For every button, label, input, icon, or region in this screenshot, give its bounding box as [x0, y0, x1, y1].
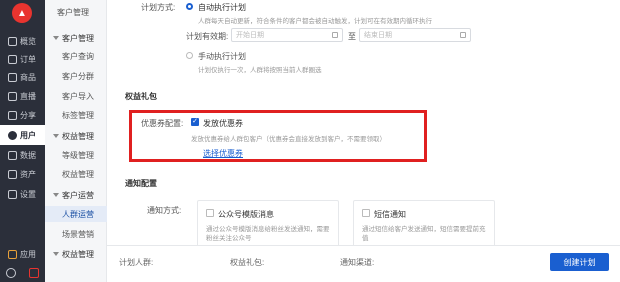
rail-item-users[interactable]: 用户: [0, 125, 45, 145]
wechat-hint: 通过公众号模版消息给粉丝发送通知，需要粉丝关注公众号: [206, 226, 330, 242]
rail-item-apps[interactable]: 应用: [0, 244, 45, 264]
create-plan-button[interactable]: 创建计划: [550, 253, 609, 271]
subnav-item-scene[interactable]: 场景营销: [45, 226, 107, 242]
footer-bar: 计划人群: 权益礼包: 通知渠道: 创建计划: [107, 245, 620, 282]
subnav-item-crowd-ops[interactable]: 人群运营: [45, 206, 107, 222]
footer-gift-label: 权益礼包:: [230, 258, 265, 267]
subnav-top[interactable]: 客户管理: [45, 4, 107, 20]
subnav-item-level[interactable]: 等级管理: [45, 147, 107, 163]
secondary-nav: 客户管理 客户管理 客户查询 客户分群 客户导入 标签管理 权益管理 等级管理 …: [45, 0, 107, 282]
radio-manual-label: 手动执行计划: [198, 52, 246, 61]
rail-item-share[interactable]: 分享: [0, 105, 45, 125]
settings-icon: [8, 189, 17, 199]
radio-auto[interactable]: [186, 3, 193, 10]
start-date-placeholder: 开始日期: [236, 32, 264, 39]
apps-grid-icon: [8, 249, 17, 259]
subnav-item-import[interactable]: 客户导入: [45, 88, 107, 104]
live-icon: [8, 91, 17, 101]
dashboard-icon: [8, 36, 17, 46]
benefit-section-title: 权益礼包: [125, 92, 157, 101]
rail-label: 分享: [20, 110, 36, 120]
calendar-icon: [332, 32, 338, 38]
sms-hint: 通过短信给客户发送通知，短信需要提前充值: [362, 226, 486, 242]
start-date-input[interactable]: 开始日期: [231, 28, 343, 42]
left-rail: ▲ 概览 订单 商品 直播 分享 用户 数据 资产 设置 应用: [0, 0, 45, 282]
rail-bottom: [0, 264, 45, 282]
valid-period-label: 计划有效期:: [186, 32, 229, 41]
user-icon: [8, 130, 17, 140]
main-content: 计划方式: 自动执行计划 人群每天自动更新，符合条件的客户都会被自动触发，计划可…: [107, 0, 620, 282]
rail-item-live[interactable]: 直播: [0, 86, 45, 106]
rail-label: 应用: [20, 249, 36, 259]
search-icon[interactable]: [6, 268, 17, 278]
subnav-item-tags[interactable]: 标签管理: [45, 107, 107, 123]
coupon-config-label: 优惠券配置:: [141, 119, 184, 128]
footer-channel-label: 通知渠道:: [340, 258, 375, 267]
subnav-group-ops[interactable]: 客户运营: [45, 187, 107, 203]
subnav-item-query[interactable]: 客户查询: [45, 48, 107, 64]
rail-item-overview[interactable]: 概览: [0, 31, 45, 51]
wechat-checkbox[interactable]: [206, 209, 214, 217]
rail-item-assets[interactable]: 资产: [0, 164, 45, 184]
coupon-hint: 发放优惠券给人群包客户（优惠券会直接发放到客户，不需要领取）: [191, 136, 386, 143]
subnav-group-benefit[interactable]: 权益管理: [45, 128, 107, 144]
rail-label: 订单: [20, 54, 36, 64]
share-icon: [8, 110, 17, 120]
rail-label: 商品: [20, 72, 36, 82]
notify-method-label: 通知方式:: [147, 206, 182, 215]
select-coupon-link[interactable]: 选择优惠券: [203, 148, 243, 159]
subnav-group-customer[interactable]: 客户管理: [45, 30, 107, 46]
subnav-item-segment[interactable]: 客户分群: [45, 68, 107, 84]
end-date-input[interactable]: 结束日期: [359, 28, 471, 42]
wechat-label: 公众号模版消息: [218, 210, 274, 219]
rail-label: 直播: [20, 91, 36, 101]
radio-auto-hint: 人群每天自动更新，符合条件的客户都会被自动触发，计划可在有效期内循环执行: [198, 18, 432, 25]
subnav-item-benefit[interactable]: 权益管理: [45, 166, 107, 182]
rail-label: 数据: [20, 150, 36, 160]
brand-logo[interactable]: ▲: [12, 3, 32, 23]
coupon-option-label: 发放优惠券: [203, 119, 243, 128]
order-icon: [8, 54, 17, 64]
rail-item-goods[interactable]: 商品: [0, 67, 45, 87]
rail-item-data[interactable]: 数据: [0, 145, 45, 165]
footer-people-label: 计划人群:: [119, 258, 154, 267]
asset-icon: [8, 169, 17, 179]
rail-item-orders[interactable]: 订单: [0, 49, 45, 69]
message-icon[interactable]: [28, 268, 39, 278]
end-date-placeholder: 结束日期: [364, 32, 392, 39]
calendar-icon: [460, 32, 466, 38]
range-separator: 至: [348, 32, 356, 41]
goods-icon: [8, 72, 17, 82]
rail-label: 资产: [20, 169, 36, 179]
sms-label: 短信通知: [374, 210, 406, 219]
send-mode-label: 计划方式:: [141, 3, 176, 12]
rail-label: 概览: [20, 36, 36, 46]
radio-manual-hint: 计划仅执行一次，人群将按照当前人群圈选: [198, 67, 322, 74]
subnav-group-benefit-2[interactable]: 权益管理: [45, 246, 107, 262]
notify-section-title: 通知配置: [125, 179, 157, 188]
rail-label: 设置: [20, 189, 36, 199]
coupon-checkbox[interactable]: ✓: [191, 118, 199, 126]
radio-manual[interactable]: [186, 52, 193, 59]
rail-item-settings[interactable]: 设置: [0, 184, 45, 204]
rail-label: 用户: [20, 130, 36, 140]
data-icon: [8, 150, 17, 160]
sms-checkbox[interactable]: [362, 209, 370, 217]
radio-auto-label: 自动执行计划: [198, 3, 246, 12]
